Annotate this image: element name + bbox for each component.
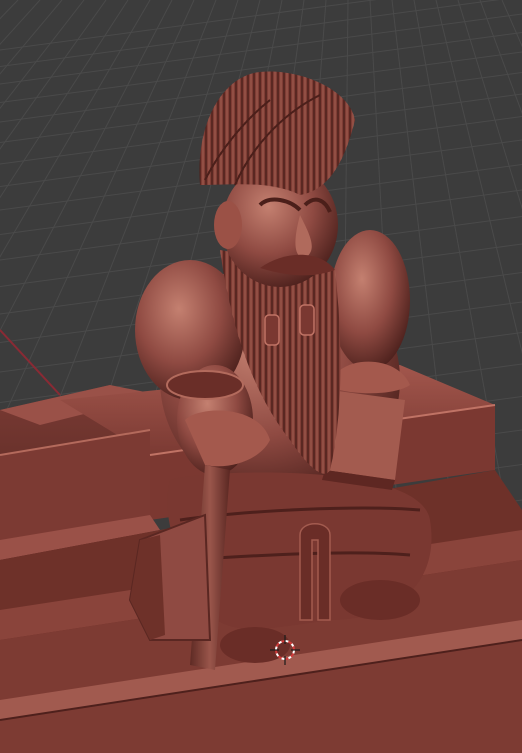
3d-viewport[interactable] [0,0,522,753]
dwarf-sculpt-model[interactable] [128,71,432,670]
x-axis-line [0,329,61,396]
